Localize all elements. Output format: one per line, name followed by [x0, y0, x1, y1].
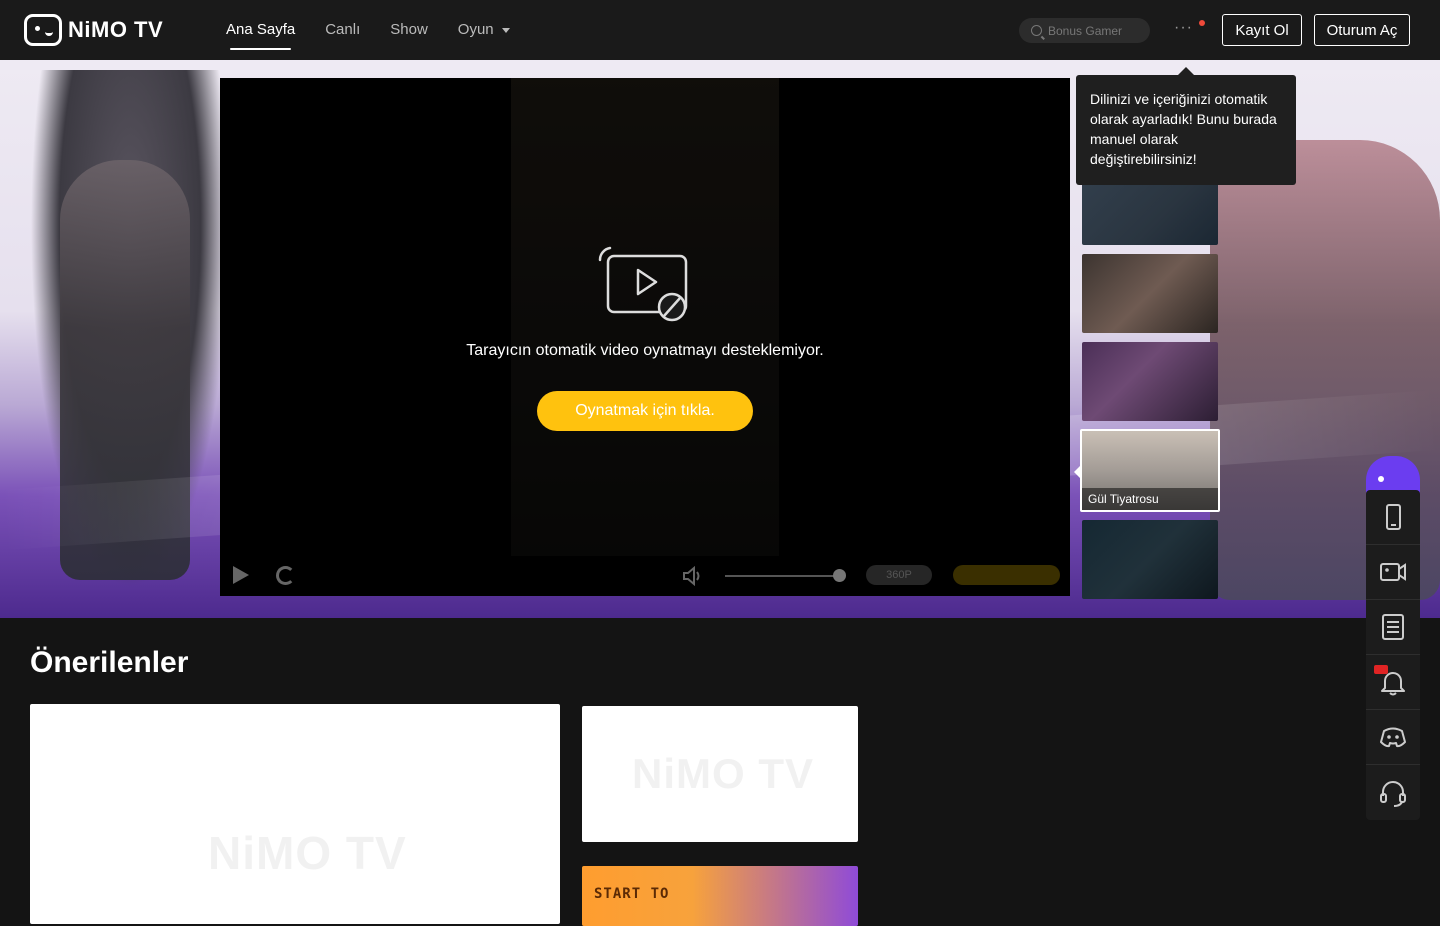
- stream-thumbnail[interactable]: [1082, 254, 1218, 333]
- headset-icon: [1380, 780, 1406, 807]
- promo-banner[interactable]: START TO: [582, 866, 858, 926]
- main-nav: Ana Sayfa Canlı Show Oyun: [226, 0, 510, 60]
- nav-item-game[interactable]: Oyun: [458, 0, 510, 60]
- nav-item-game-label: Oyun: [457, 21, 494, 38]
- stream-thumbnail[interactable]: [1082, 342, 1218, 421]
- notification-dot: [1199, 20, 1205, 26]
- document-icon: [1382, 614, 1404, 640]
- language-tooltip: Dilinizi ve içeriğinizi otomatik olarak …: [1076, 67, 1296, 185]
- stream-thumbnail[interactable]: [1082, 520, 1218, 599]
- signup-button[interactable]: Kayıt Ol: [1222, 14, 1302, 46]
- recommended-title: Önerilenler: [30, 646, 189, 679]
- mobile-app-button[interactable]: [1366, 490, 1420, 545]
- click-to-play-button[interactable]: Oynatmak için tıkla.: [537, 391, 753, 431]
- video-player[interactable]: Tarayıcın otomatik video oynatmayı deste…: [220, 78, 1070, 596]
- history-button[interactable]: [1366, 600, 1420, 655]
- notification-badge: [1374, 665, 1388, 674]
- nimo-logo[interactable]: NiMO TV: [24, 14, 163, 46]
- discord-button[interactable]: [1366, 710, 1420, 765]
- recommended-card-small[interactable]: NiMO TV: [582, 706, 858, 842]
- recommended-card-large[interactable]: NiMO TV: [30, 704, 560, 924]
- chevron-down-icon: [501, 27, 510, 33]
- video-camera-icon: [1380, 563, 1406, 581]
- nav-item-show[interactable]: Show: [390, 0, 428, 60]
- autoplay-message: Tarayıcın otomatik video oynatmayı deste…: [466, 342, 824, 359]
- play-icon[interactable]: [233, 566, 249, 584]
- autoplay-blocked-icon: [598, 246, 688, 322]
- stream-thumbnail-active[interactable]: Gül Tiyatrosu: [1080, 429, 1220, 512]
- nimo-watermark: NiMO TV: [632, 750, 814, 797]
- start-stream-button[interactable]: [1366, 545, 1420, 600]
- top-bar: NiMO TV Ana Sayfa Canlı Show Oyun ··· Ka…: [0, 0, 1440, 60]
- nimo-watermark: NiMO TV: [208, 827, 407, 879]
- nav-item-home[interactable]: Ana Sayfa: [226, 0, 295, 60]
- player-controls: 360P: [220, 556, 1070, 596]
- side-rail: [1366, 490, 1420, 820]
- nimo-logo-text: NiMO TV: [68, 17, 164, 42]
- search-icon: [1031, 25, 1042, 36]
- notifications-button[interactable]: [1366, 655, 1420, 710]
- search-box[interactable]: [1019, 18, 1150, 43]
- nav-item-live[interactable]: Canlı: [325, 0, 360, 60]
- support-button[interactable]: [1366, 765, 1420, 820]
- login-button[interactable]: Oturum Aç: [1314, 14, 1410, 46]
- stream-thumbnail-title: Gül Tiyatrosu: [1082, 488, 1218, 510]
- gift-button[interactable]: [953, 565, 1060, 585]
- volume-slider-knob[interactable]: [833, 569, 846, 582]
- nimo-logo-icon: [24, 14, 62, 46]
- volume-slider[interactable]: [725, 569, 846, 582]
- more-menu-icon[interactable]: ···: [1174, 19, 1193, 37]
- phone-icon: [1386, 504, 1401, 530]
- refresh-icon[interactable]: [276, 566, 295, 585]
- quality-selector[interactable]: 360P: [866, 565, 932, 585]
- search-input[interactable]: [1048, 23, 1143, 38]
- volume-icon[interactable]: [682, 566, 704, 586]
- discord-icon: [1380, 727, 1406, 748]
